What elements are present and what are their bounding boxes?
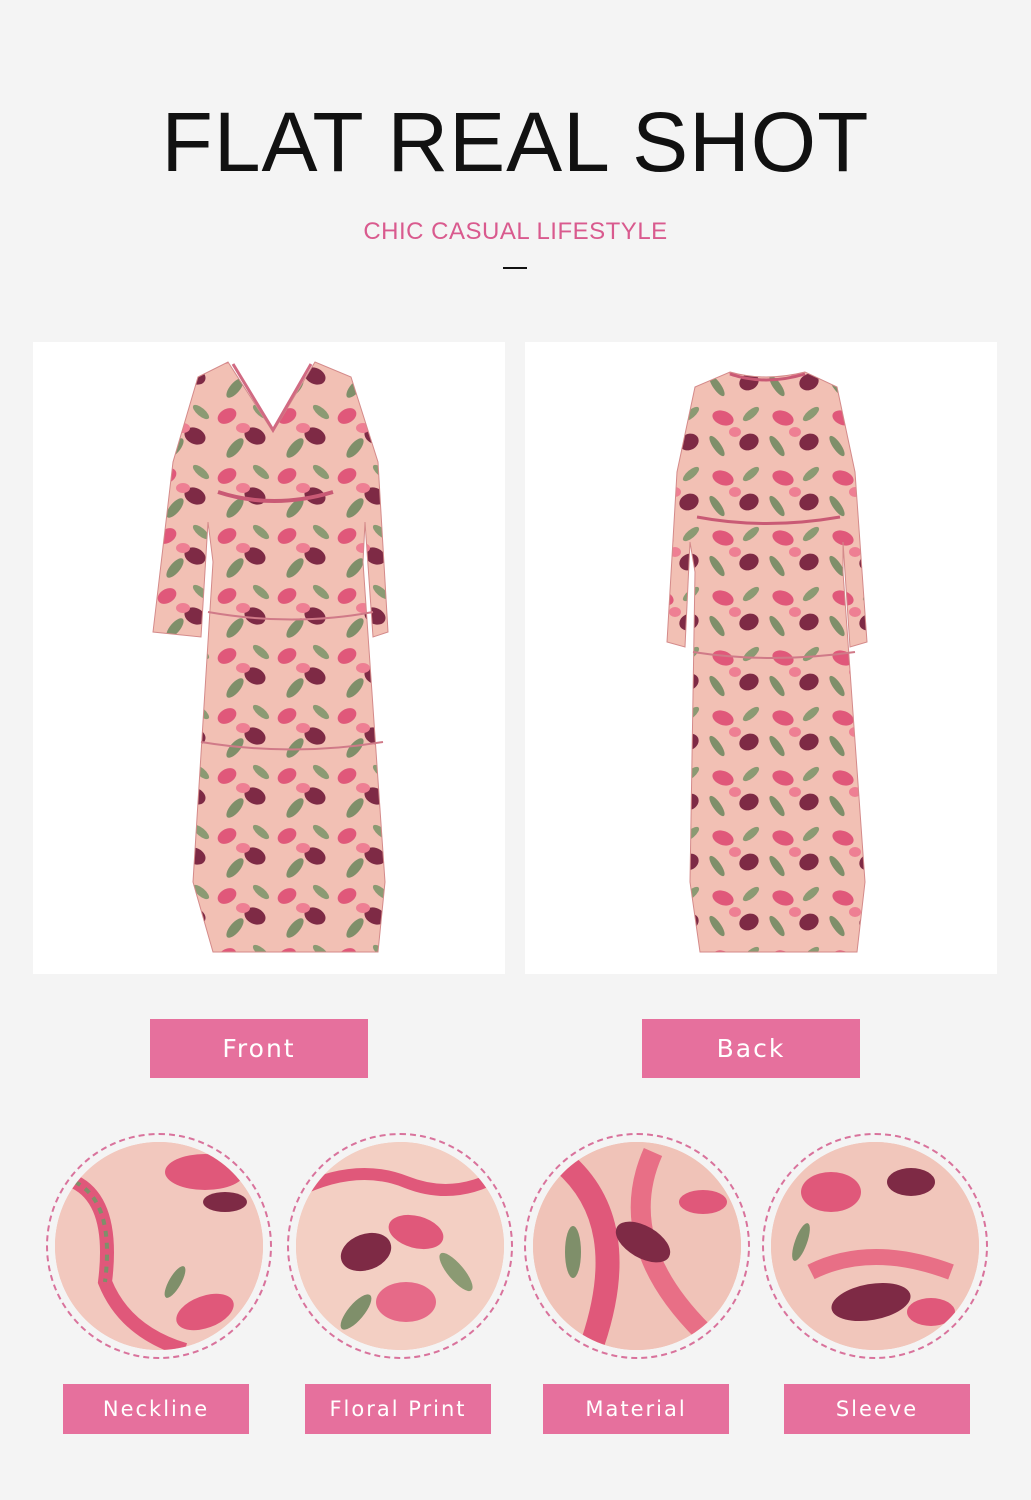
material-detail-circle	[524, 1133, 750, 1359]
floral-print-detail-photo	[296, 1142, 504, 1350]
floral-print-detail-circle	[287, 1133, 513, 1359]
neckline-detail-photo	[55, 1142, 263, 1350]
front-label-button[interactable]: Front	[150, 1019, 368, 1078]
back-dress-photo	[525, 342, 997, 974]
neckline-detail-circle	[46, 1133, 272, 1359]
front-dress-illustration	[152, 361, 389, 953]
sleeve-detail-photo	[771, 1142, 979, 1350]
back-label-button[interactable]: Back	[642, 1019, 860, 1078]
material-detail-photo	[533, 1142, 741, 1350]
material-label-button[interactable]: Material	[543, 1384, 729, 1434]
page-title: FLAT REAL SHOT	[161, 95, 870, 189]
page-subtitle: CHIC CASUAL LIFESTYLE	[363, 218, 668, 245]
front-dress-photo	[33, 342, 505, 974]
divider	[503, 267, 527, 269]
floral-print-label-button[interactable]: Floral Print	[305, 1384, 491, 1434]
neckline-label-button[interactable]: Neckline	[63, 1384, 249, 1434]
sleeve-label-button[interactable]: Sleeve	[784, 1384, 970, 1434]
back-dress-illustration	[666, 371, 868, 953]
sleeve-detail-circle	[762, 1133, 988, 1359]
